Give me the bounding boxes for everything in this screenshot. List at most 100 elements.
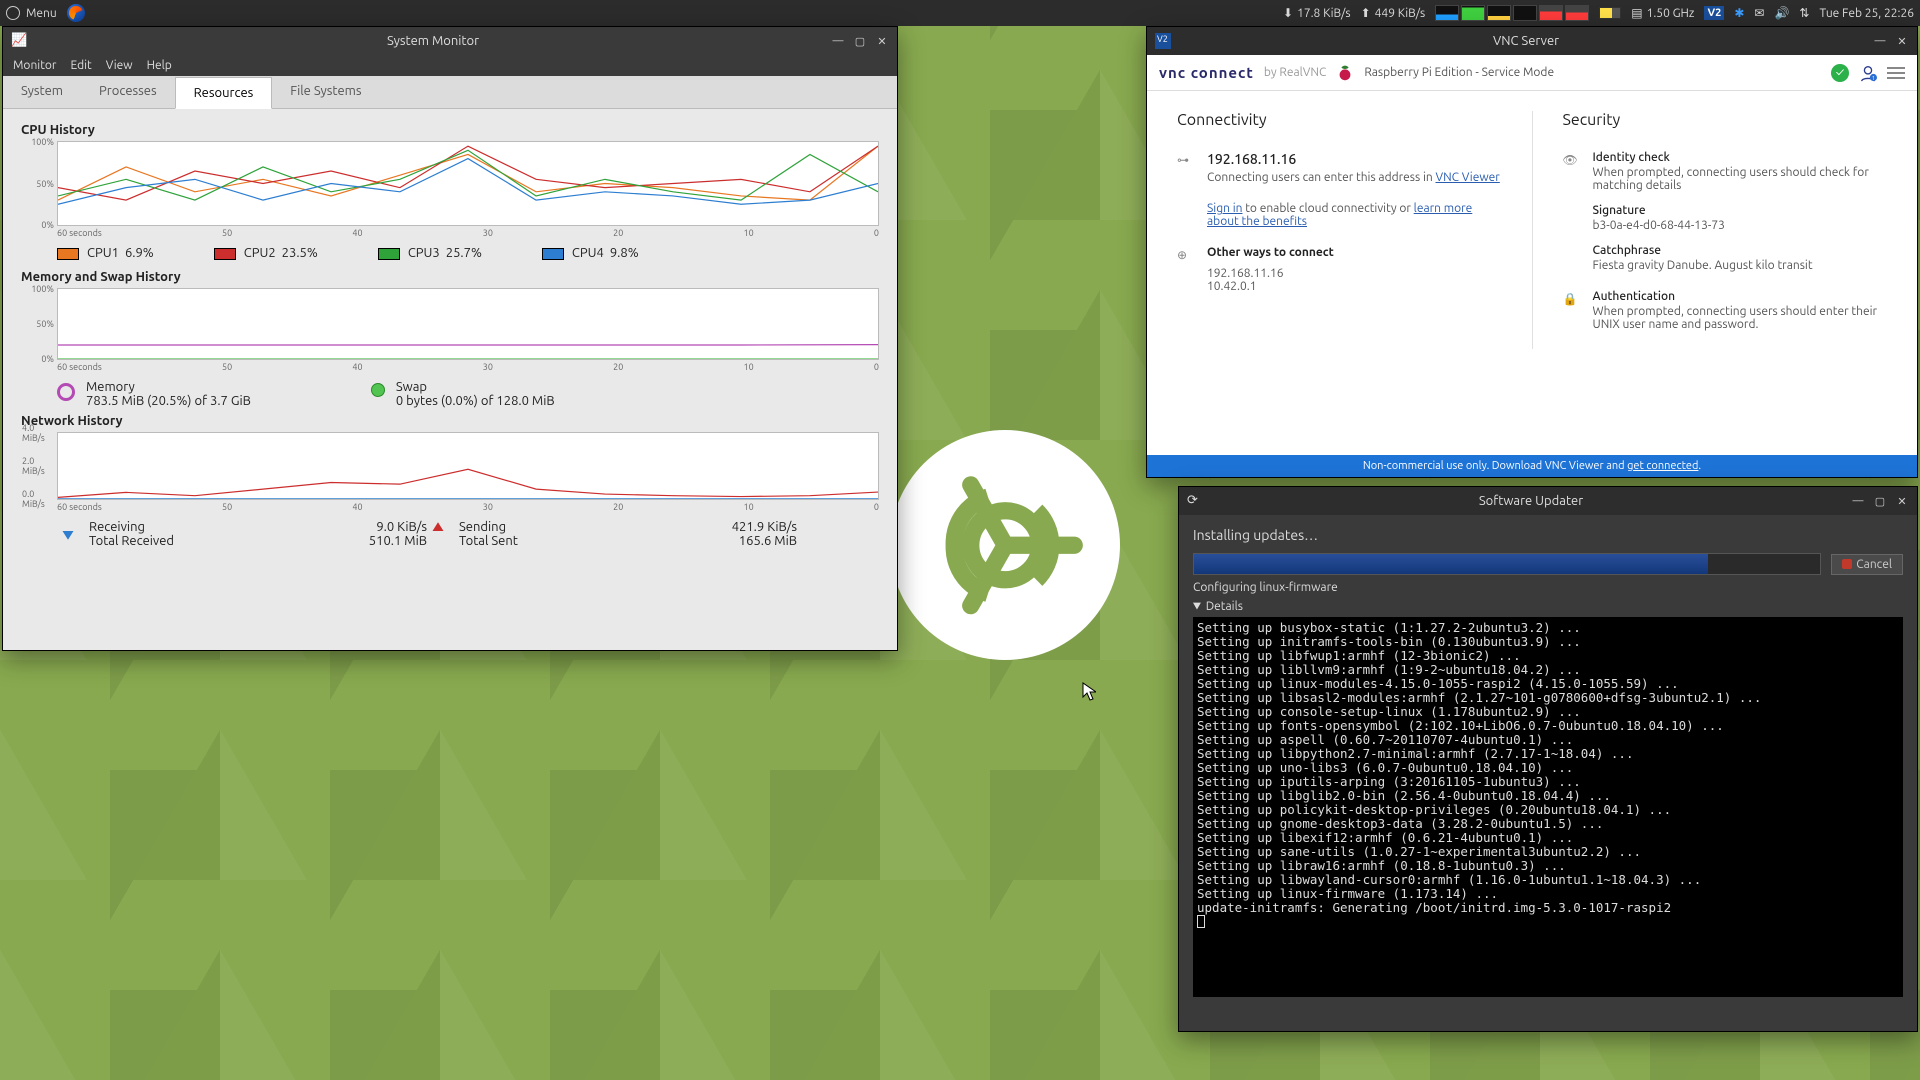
vnc-edition-label: Raspberry Pi Edition - Service Mode <box>1364 66 1554 79</box>
software-updater-window: ⟳ Software Updater — ▢ ✕ Installing upda… <box>1178 486 1918 1032</box>
svg-text:1: 1 <box>1872 76 1875 82</box>
swap-dot-icon <box>371 383 385 397</box>
tab-filesystems[interactable]: File Systems <box>272 76 379 108</box>
authentication-label: Authentication <box>1593 290 1888 303</box>
by-realvnc-label: by RealVNC <box>1264 66 1326 79</box>
mem-yaxis: 100% 50% 0% <box>22 289 56 359</box>
cpu-legend: CPU1 6.9% CPU2 23.5% CPU3 25.7% CPU4 9.8… <box>57 246 879 260</box>
sending-label: Sending <box>459 520 506 534</box>
bluetooth-icon[interactable]: ✱ <box>1734 6 1744 20</box>
net-up-indicator[interactable]: ⬆ 449 KiB/s <box>1361 6 1426 20</box>
receiving-rate: 9.0 KiB/s <box>376 520 427 534</box>
signature-value: b3-0a-e4-d0-68-44-13-73 <box>1593 219 1888 232</box>
vnc-title: VNC Server <box>1179 34 1873 48</box>
close-button[interactable]: ✕ <box>875 34 889 48</box>
messaging-icon[interactable]: ✉ <box>1754 6 1764 20</box>
tab-system[interactable]: System <box>3 76 81 108</box>
other-address-1: 192.168.11.16 <box>1207 267 1502 280</box>
authentication-desc: When prompted, connecting users should e… <box>1593 305 1888 331</box>
network-history-heading: Network History <box>21 414 879 428</box>
installing-updates-heading: Installing updates… <box>1193 527 1903 543</box>
total-received-label: Total Received <box>89 534 174 548</box>
swap-value: 0 bytes (0.0%) of 128.0 MiB <box>396 394 555 408</box>
cpu2-legend: CPU2 23.5% <box>214 246 318 260</box>
vnc-banner: Non-commercial use only. Download VNC Vi… <box>1147 455 1917 477</box>
menu-help[interactable]: Help <box>147 59 172 72</box>
minimize-button[interactable]: — <box>831 34 845 48</box>
lock-icon: 🔒 <box>1563 292 1579 331</box>
vnc-minimize-button[interactable]: — <box>1873 34 1887 48</box>
vnc-titlebar[interactable]: V2 VNC Server — ✕ <box>1147 27 1917 55</box>
security-heading: Security <box>1563 111 1888 129</box>
vnc-tray-icon[interactable]: V2 <box>1704 6 1724 20</box>
firefox-launcher-icon[interactable] <box>67 4 85 22</box>
share-icon: ⊶ <box>1177 153 1193 228</box>
catchphrase-value: Fiesta gravity Danube. August kilo trans… <box>1593 259 1888 272</box>
download-arrow-icon <box>57 520 79 542</box>
status-ok-icon[interactable]: ✓ <box>1831 64 1849 82</box>
catchphrase-label: Catchphrase <box>1593 244 1888 257</box>
upload-arrow-icon <box>427 520 449 542</box>
net-up-value: 449 KiB/s <box>1375 7 1426 20</box>
expand-icon[interactable]: ⊕ <box>1177 248 1193 293</box>
disk-icon <box>1599 7 1621 19</box>
updater-minimize-button[interactable]: — <box>1851 494 1865 508</box>
system-monitor-window: 📈 System Monitor — ▢ ✕ Monitor Edit View… <box>2 26 898 651</box>
tab-processes[interactable]: Processes <box>81 76 175 108</box>
updater-title: Software Updater <box>1211 494 1851 508</box>
total-received-value: 510.1 MiB <box>369 534 427 548</box>
other-address-2: 10.42.0.1 <box>1207 280 1502 293</box>
sysmon-title: System Monitor <box>35 34 831 48</box>
sysmon-titlebar[interactable]: 📈 System Monitor — ▢ ✕ <box>3 27 897 55</box>
cpu-chip-icon: ▤ <box>1631 6 1642 20</box>
cpu-freq-indicator[interactable]: ▤ 1.50 GHz <box>1631 6 1694 20</box>
eye-icon: 👁 <box>1563 153 1579 272</box>
mate-logo-icon <box>6 6 20 20</box>
details-expander[interactable]: Details Setting up busybox-static (1:1.2… <box>1193 600 1903 997</box>
volume-icon[interactable]: 🔊 <box>1774 6 1789 20</box>
memory-legend: Memory 783.5 MiB (20.5%) of 3.7 GiB <box>57 380 251 408</box>
user-icon[interactable]: 1 <box>1859 64 1877 82</box>
clock[interactable]: Tue Feb 25, 22:26 <box>1819 7 1914 20</box>
net-down-indicator[interactable]: ⬇ 17.8 KiB/s <box>1283 6 1351 20</box>
cpu-yaxis: 100% 50% 0% <box>22 142 56 225</box>
updater-titlebar[interactable]: ⟳ Software Updater — ▢ ✕ <box>1179 487 1917 515</box>
memory-history-chart: 100% 50% 0% <box>57 288 879 360</box>
network-history-chart: 4.0 MiB/s 2.0 MiB/s 0.0 MiB/s <box>57 432 879 500</box>
download-icon: ⬇ <box>1283 6 1293 20</box>
sysmon-menubar: Monitor Edit View Help <box>3 55 897 76</box>
stop-icon <box>1842 559 1852 569</box>
menu-edit[interactable]: Edit <box>70 59 91 72</box>
network-icon[interactable]: ⇅ <box>1799 6 1809 20</box>
cpu-xaxis: 60 seconds50403020100 <box>57 228 879 238</box>
disk-indicator[interactable] <box>1599 7 1621 19</box>
sending-rate: 421.9 KiB/s <box>732 520 797 534</box>
other-ways-heading[interactable]: Other ways to connect <box>1207 246 1502 259</box>
updater-maximize-button[interactable]: ▢ <box>1873 494 1887 508</box>
raspberry-pi-icon <box>1336 64 1354 82</box>
sysmon-icon: 📈 <box>11 33 27 49</box>
cpu-graphs-applet[interactable] <box>1435 5 1589 21</box>
net-xaxis: 60 seconds50403020100 <box>57 502 879 512</box>
get-connected-link[interactable]: get connected <box>1627 460 1698 472</box>
vnc-close-button[interactable]: ✕ <box>1895 34 1909 48</box>
vnc-viewer-link[interactable]: VNC Viewer <box>1435 171 1499 184</box>
cancel-label: Cancel <box>1856 558 1892 571</box>
hamburger-menu-icon[interactable] <box>1887 67 1905 79</box>
total-sent-label: Total Sent <box>459 534 518 548</box>
details-label[interactable]: Details <box>1193 600 1903 613</box>
maximize-button[interactable]: ▢ <box>853 34 867 48</box>
swap-label: Swap <box>396 380 555 394</box>
signature-label: Signature <box>1593 204 1888 217</box>
tab-resources[interactable]: Resources <box>175 77 273 109</box>
signin-link[interactable]: Sign in <box>1207 202 1242 215</box>
menu-button[interactable]: Menu <box>6 6 57 20</box>
cpu4-legend: CPU4 9.8% <box>542 246 639 260</box>
cancel-button[interactable]: Cancel <box>1831 554 1903 575</box>
top-panel: Menu ⬇ 17.8 KiB/s ⬆ 449 KiB/s ▤ 1.50 GHz… <box>0 0 1920 26</box>
mem-xaxis: 60 seconds50403020100 <box>57 362 879 372</box>
menu-monitor[interactable]: Monitor <box>13 59 56 72</box>
memory-dot-icon <box>57 383 75 401</box>
updater-close-button[interactable]: ✕ <box>1895 494 1909 508</box>
menu-view[interactable]: View <box>106 59 133 72</box>
